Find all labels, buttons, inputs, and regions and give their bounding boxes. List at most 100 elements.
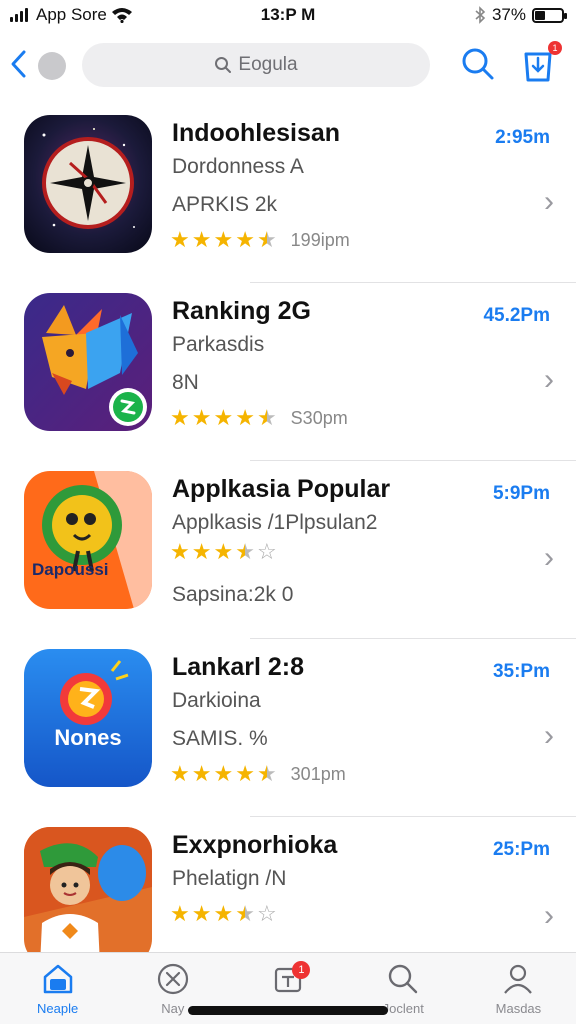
- star-icon: ☆: [256, 539, 277, 564]
- avatar[interactable]: [38, 52, 66, 80]
- rating-label: 199ipm: [290, 229, 350, 250]
- rating-label: S30pm: [290, 407, 348, 428]
- star-icon: ★: [235, 901, 255, 926]
- star-icon: ☆: [256, 901, 277, 926]
- home-icon: [43, 964, 72, 994]
- search-text: Eogula: [238, 54, 298, 75]
- app-subtitle: Darkioina: [172, 689, 261, 712]
- star-icon: ★: [213, 539, 234, 564]
- app-subtitle: Dordonness A: [172, 155, 304, 178]
- app-time: 5:9Pm: [492, 483, 550, 504]
- star-icon: ★: [213, 227, 234, 252]
- tab-label: Neaple: [37, 1001, 79, 1016]
- app-name: Indoohlesisan: [172, 119, 341, 147]
- status-bar: App Sore 13:P M 37%: [0, 0, 576, 30]
- star-icon: ★: [170, 227, 190, 252]
- tab-label: Masdas: [495, 1001, 542, 1016]
- bluetooth-icon: [475, 6, 486, 24]
- app-meta: 8N: [172, 371, 199, 394]
- star-icon: ★: [191, 761, 212, 786]
- home-indicator[interactable]: [188, 1006, 388, 1015]
- search-icon: [462, 48, 494, 80]
- app-name: Exxpnorhioka: [172, 831, 338, 859]
- app-time: 2:95m: [495, 127, 550, 148]
- app-icon[interactable]: [24, 827, 152, 965]
- list-item[interactable]: Exxpnorhioka Phelatign /N ★ ★ ★ ★ ☆ 25:Pm ›: [0, 817, 576, 965]
- icon-text: Nones: [54, 725, 121, 750]
- search-button[interactable]: [460, 46, 496, 82]
- tab-badge: 1: [292, 961, 311, 979]
- chevron-right-icon[interactable]: ›: [544, 719, 554, 753]
- star-rating: ★ ★ ★ ★ ★ S30pm: [170, 407, 348, 429]
- star-icon: ★: [213, 901, 234, 926]
- star-icon: ★: [191, 901, 212, 926]
- battery-fill: [535, 10, 545, 20]
- compass-icon: [24, 115, 152, 253]
- tab-label: Nay: [161, 1001, 185, 1016]
- app-time: 45.2Pm: [483, 305, 550, 326]
- star-icon: ★: [256, 761, 277, 786]
- fox-icon: [24, 293, 152, 431]
- chevron-left-icon: [11, 50, 26, 78]
- app-name: Applkasia Popular: [172, 475, 391, 503]
- battery-percent: 37%: [491, 5, 526, 24]
- star-icon: ★: [213, 405, 234, 430]
- star-icon: ★: [170, 901, 190, 926]
- chevron-right-icon[interactable]: ›: [544, 899, 554, 933]
- rating-label: 301pm: [290, 763, 346, 784]
- updates-button[interactable]: 1: [520, 41, 562, 84]
- search-icon: [389, 964, 418, 994]
- star-rating: ★ ★ ★ ★ ★ 199ipm: [170, 229, 350, 251]
- character-icon: [24, 827, 152, 965]
- list-item[interactable]: Nones Lankarl 2:8 Darkioina SAMIS. % ★ ★ ★…: [0, 639, 576, 817]
- star-icon: ★: [256, 405, 277, 430]
- search-icon: [215, 57, 232, 73]
- app-icon[interactable]: Nones: [24, 649, 152, 787]
- back-button[interactable]: [8, 48, 36, 80]
- chevron-right-icon[interactable]: ›: [544, 541, 554, 575]
- tab-profile[interactable]: Masdas: [461, 953, 576, 1024]
- star-icon: ★: [235, 761, 255, 786]
- list-item[interactable]: Ranking 2G Parkasdis 8N ★ ★ ★ ★ ★ S30pm 45.2…: [0, 283, 576, 461]
- star-icon: ★: [170, 405, 190, 430]
- app-icon[interactable]: [24, 293, 152, 431]
- app-meta: SAMIS. %: [172, 727, 268, 750]
- app-name: Lankarl 2:8: [172, 653, 305, 681]
- status-right: 37%: [474, 5, 567, 25]
- battery-icon: [532, 7, 567, 23]
- person-icon: [504, 964, 533, 994]
- star-icon: ★: [191, 405, 212, 430]
- app-list: Indoohlesisan Dordonness A APRKIS 2k ★ ★ ★…: [0, 105, 576, 965]
- star-icon: ★: [191, 227, 212, 252]
- chevron-right-icon[interactable]: ›: [544, 185, 554, 219]
- star-icon: ★: [256, 227, 277, 252]
- star-icon: ★: [235, 227, 255, 252]
- app-subtitle: Applkasis /1Plpsulan2: [172, 511, 378, 534]
- star-rating: ★ ★ ★ ★ ★ 301pm: [170, 763, 346, 785]
- star-rating: ★ ★ ★ ★ ☆: [170, 541, 277, 563]
- chevron-right-icon[interactable]: ›: [544, 363, 554, 397]
- list-item[interactable]: Dapoussi Applkasia Popular Applkasis /1P…: [0, 461, 576, 639]
- app-meta: APRKIS 2k: [172, 193, 278, 216]
- app-subtitle: Parkasdis: [172, 333, 265, 356]
- star-icon: ★: [213, 761, 234, 786]
- app-name: Ranking 2G: [172, 297, 311, 325]
- list-item[interactable]: Indoohlesisan Dordonness A APRKIS 2k ★ ★ ★…: [0, 105, 576, 283]
- close-circle-icon: [157, 963, 188, 995]
- icon-text: Dapoussi: [32, 560, 109, 579]
- burst-icon: Nones: [24, 649, 152, 787]
- tab-label: Joclent: [382, 1001, 424, 1016]
- tab-today[interactable]: Neaple: [0, 953, 115, 1024]
- star-icon: ★: [235, 539, 255, 564]
- app-icon[interactable]: Dapoussi: [24, 471, 152, 609]
- star-icon: ★: [235, 405, 255, 430]
- mascot-icon: Dapoussi: [24, 471, 152, 609]
- star-rating: ★ ★ ★ ★ ☆: [170, 903, 277, 925]
- app-meta: Sapsina:2k 0: [172, 583, 294, 606]
- app-icon[interactable]: [24, 115, 152, 253]
- app-time: 25:Pm: [492, 839, 550, 860]
- nav-bar: Eogula 1: [0, 38, 576, 92]
- app-time: 35:Pm: [492, 661, 550, 682]
- search-field[interactable]: Eogula: [82, 43, 430, 87]
- app-subtitle: Phelatign /N: [172, 867, 287, 890]
